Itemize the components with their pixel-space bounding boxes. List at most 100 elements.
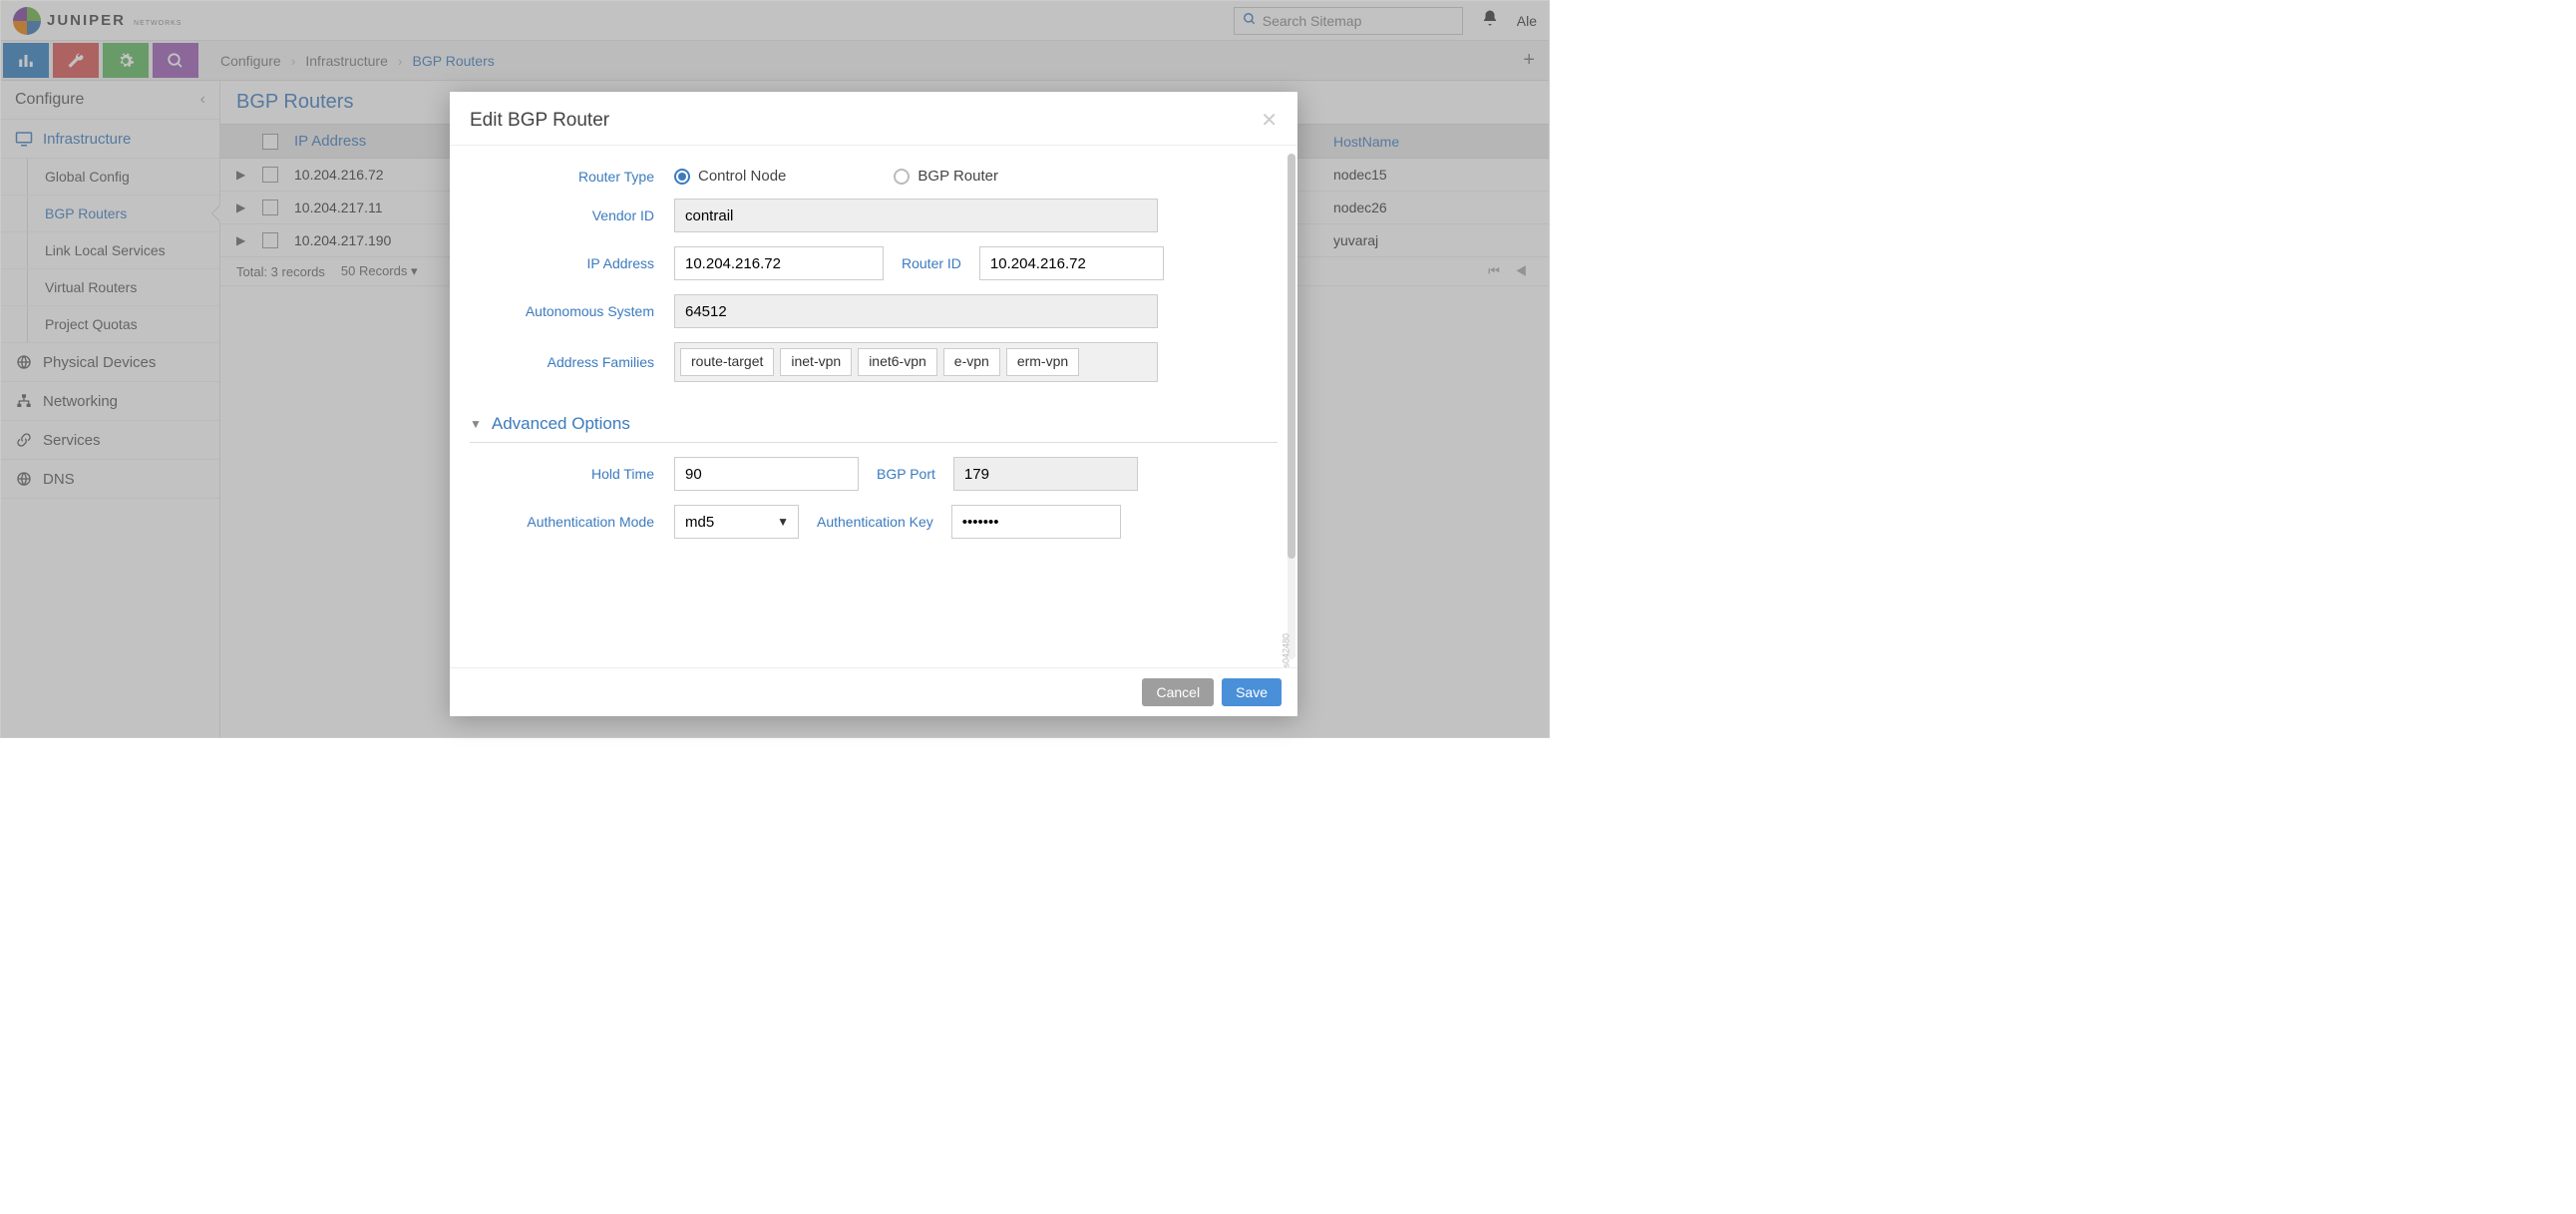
auth-key-input[interactable]: [951, 505, 1121, 539]
sidebar-label: DNS: [43, 471, 75, 488]
label-auth-key: Authentication Key: [799, 514, 951, 530]
globe-icon: [15, 353, 33, 371]
tag-route-target[interactable]: route-target: [680, 348, 774, 376]
advanced-options-toggle[interactable]: ▼ Advanced Options: [470, 396, 1278, 443]
breadcrumb-item-active[interactable]: BGP Routers: [413, 53, 495, 69]
sidebar-item-networking[interactable]: Networking: [1, 382, 219, 421]
radio-control-node[interactable]: Control Node: [674, 168, 786, 185]
modal-title: Edit BGP Router: [470, 110, 609, 132]
expand-icon[interactable]: ▶: [236, 168, 246, 182]
brand-logo: JUNIPER NETWORKS: [13, 7, 182, 35]
save-button[interactable]: Save: [1222, 678, 1282, 706]
tag-erm-vpn[interactable]: erm-vpn: [1006, 348, 1079, 376]
auth-mode-select[interactable]: [674, 505, 799, 539]
watermark: s042480: [1282, 633, 1291, 667]
label-asn: Autonomous System: [470, 303, 674, 319]
dashboard-icon[interactable]: [3, 43, 49, 78]
link-icon: [15, 431, 33, 449]
sidebar-label: Link Local Services: [45, 242, 166, 258]
label-ip-address: IP Address: [470, 255, 674, 271]
tag-e-vpn[interactable]: e-vpn: [943, 348, 1000, 376]
tag-inet-vpn[interactable]: inet-vpn: [780, 348, 852, 376]
sidebar-label: Services: [43, 432, 101, 449]
brand-sub: NETWORKS: [134, 20, 182, 27]
sidebar-item-dns[interactable]: DNS: [1, 460, 219, 499]
router-id-input[interactable]: [979, 246, 1164, 280]
sidebar-label: Networking: [43, 393, 118, 410]
column-hostname[interactable]: HostName: [1333, 134, 1533, 150]
gear-icon[interactable]: [103, 43, 149, 78]
row-ip: 10.204.216.72: [294, 167, 384, 183]
breadcrumb-item[interactable]: Configure: [220, 53, 281, 69]
sitemap-icon: [15, 392, 33, 410]
sidebar-title: Configure ‹: [1, 81, 219, 120]
bgp-port-input[interactable]: [953, 457, 1138, 491]
pagination-icons[interactable]: ⏮ ◀: [1488, 263, 1533, 279]
label-router-type: Router Type: [470, 169, 674, 185]
row-checkbox[interactable]: [262, 167, 278, 183]
edit-bgp-router-modal: Edit BGP Router ✕ Router Type Control No…: [450, 92, 1297, 716]
radio-label: BGP Router: [918, 168, 998, 185]
label-vendor-id: Vendor ID: [470, 207, 674, 223]
label-address-families: Address Families: [470, 354, 674, 370]
select-all-checkbox[interactable]: [262, 134, 278, 150]
sidebar-sub-link-local[interactable]: Link Local Services: [1, 232, 219, 269]
logo-mark-icon: [13, 7, 41, 35]
sidebar-label: Project Quotas: [45, 316, 138, 332]
radio-bgp-router[interactable]: BGP Router: [894, 168, 998, 185]
sidebar-item-services[interactable]: Services: [1, 421, 219, 460]
label-router-id: Router ID: [884, 255, 979, 271]
address-families-input[interactable]: route-target inet-vpn inet6-vpn e-vpn er…: [674, 342, 1158, 382]
cancel-button[interactable]: Cancel: [1142, 678, 1214, 706]
column-ip[interactable]: IP Address: [294, 133, 366, 150]
sidebar-sub-global-config[interactable]: Global Config: [1, 159, 219, 196]
close-icon[interactable]: ✕: [1261, 108, 1278, 133]
page-size-select[interactable]: 50 Records ▾: [341, 263, 418, 279]
expand-icon[interactable]: ▶: [236, 233, 246, 247]
row-host: nodec15: [1333, 167, 1533, 183]
sidebar-label: Virtual Routers: [45, 279, 137, 295]
tag-inet6-vpn[interactable]: inet6-vpn: [858, 348, 937, 376]
wrench-icon[interactable]: [53, 43, 99, 78]
search-icon: [1243, 12, 1257, 29]
row-checkbox[interactable]: [262, 232, 278, 248]
scrollbar[interactable]: [1288, 154, 1295, 659]
user-name[interactable]: Ale: [1517, 13, 1537, 29]
row-ip: 10.204.217.11: [294, 200, 383, 215]
chevron-right-icon: ›: [398, 53, 403, 69]
search-placeholder: Search Sitemap: [1263, 13, 1362, 29]
chevron-left-icon[interactable]: ‹: [200, 91, 205, 109]
toolbar-row: Configure › Infrastructure › BGP Routers…: [1, 41, 1549, 81]
label-hold-time: Hold Time: [470, 466, 674, 482]
hold-time-input[interactable]: [674, 457, 859, 491]
topbar: JUNIPER NETWORKS Search Sitemap Ale: [1, 1, 1549, 41]
search-tool-icon[interactable]: [153, 43, 198, 78]
globe-icon: [15, 470, 33, 488]
chevron-down-icon: ▼: [470, 417, 482, 431]
total-records: Total: 3 records: [236, 264, 325, 279]
sidebar-sub-bgp-routers[interactable]: BGP Routers: [1, 196, 219, 232]
row-checkbox[interactable]: [262, 200, 278, 215]
row-host: nodec26: [1333, 200, 1533, 215]
vendor-id-input[interactable]: [674, 199, 1158, 232]
breadcrumb: Configure › Infrastructure › BGP Routers: [200, 41, 515, 80]
ip-address-input[interactable]: [674, 246, 884, 280]
advanced-options-label: Advanced Options: [492, 414, 630, 434]
sidebar-item-physical-devices[interactable]: Physical Devices: [1, 343, 219, 382]
chevron-right-icon: ›: [291, 53, 296, 69]
add-button[interactable]: +: [1509, 41, 1549, 80]
search-sitemap-input[interactable]: Search Sitemap: [1234, 7, 1463, 35]
scrollbar-thumb[interactable]: [1288, 154, 1295, 559]
notifications-icon[interactable]: [1481, 9, 1499, 32]
sidebar-item-infrastructure[interactable]: Infrastructure: [1, 120, 219, 159]
expand-icon[interactable]: ▶: [236, 201, 246, 214]
brand-name: JUNIPER: [47, 12, 126, 29]
monitor-icon: [15, 130, 33, 148]
sidebar-sub-virtual-routers[interactable]: Virtual Routers: [1, 269, 219, 306]
row-host: yuvaraj: [1333, 232, 1533, 248]
sidebar-sub-project-quotas[interactable]: Project Quotas: [1, 306, 219, 343]
breadcrumb-item[interactable]: Infrastructure: [305, 53, 387, 69]
asn-input[interactable]: [674, 294, 1158, 328]
label-auth-mode: Authentication Mode: [470, 514, 674, 530]
sidebar: Configure ‹ Infrastructure Global Config…: [1, 81, 220, 737]
